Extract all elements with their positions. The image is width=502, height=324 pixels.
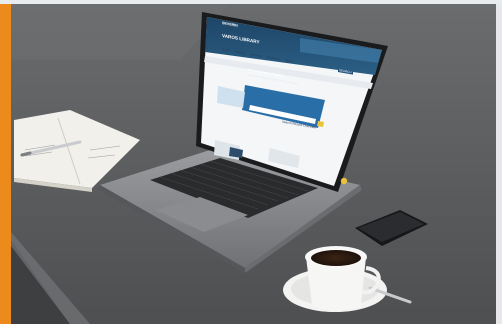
nav-item[interactable]: Services (250, 52, 262, 58)
accent-bar (0, 0, 11, 324)
nav-item[interactable]: Research (267, 55, 280, 61)
frame-top-border (0, 0, 502, 4)
nav-item[interactable]: Home (222, 47, 230, 52)
nav-item[interactable]: About (285, 58, 293, 63)
nav-item[interactable]: Catalog (235, 49, 245, 55)
desk-scene: SEVERIN VAROS LIBRARY Home Catalog Servi… (0, 0, 502, 324)
frame-right-border (496, 0, 502, 324)
screen-text-layer: SEVERIN VAROS LIBRARY Home Catalog Servi… (222, 21, 316, 130)
